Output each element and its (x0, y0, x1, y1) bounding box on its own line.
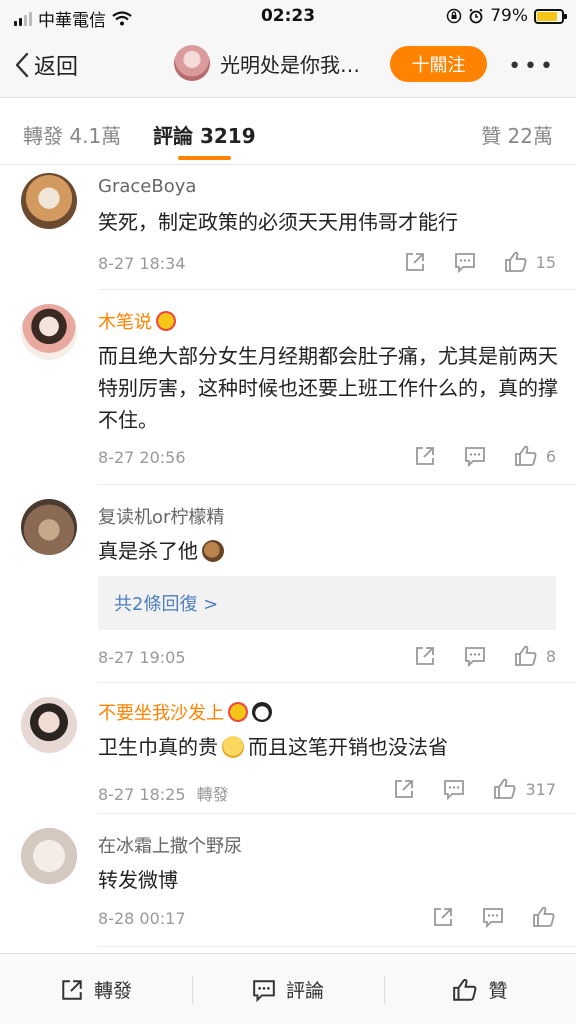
status-right: 79% (446, 6, 567, 26)
divider (98, 946, 576, 947)
battery-percent: 79% (490, 6, 528, 26)
comment-actions: 15 (404, 250, 556, 274)
comment-text-content: 真是杀了他 (98, 539, 198, 563)
profile-name: 光明处是你我… (220, 52, 360, 77)
comment-time: 8-27 20:56 (98, 448, 186, 467)
like-button[interactable]: 15 (504, 250, 556, 274)
comment-text: 而且绝大部分女生月经期都会肚子痛，尤其是前两天特别厉害，这种时候也还要上班工作什… (98, 344, 558, 432)
smirk-emoji-icon (222, 736, 244, 758)
like-count: 317 (525, 779, 556, 799)
like-count: 8 (545, 646, 556, 666)
comment-time: 8-27 18:34 (98, 254, 186, 273)
status-bar: 中華電信 02:23 79% (0, 0, 576, 32)
thumbs-up-icon (504, 251, 527, 272)
comment-button[interactable]: 評論 (192, 954, 384, 1024)
comment-actions: 8 (414, 644, 556, 668)
comment-icon[interactable] (482, 906, 504, 928)
more-options-button[interactable]: ••• (508, 54, 556, 79)
comment-text: 卫生巾真的贵 而且这笔开销也没法省 (98, 731, 558, 763)
thumbs-up-icon (514, 445, 537, 466)
avatar[interactable] (21, 173, 77, 229)
like-bottom-button[interactable]: 贊 (384, 954, 576, 1024)
comment-actions: 317 (393, 777, 556, 801)
like-button[interactable] (532, 905, 556, 929)
lock-rotation-icon (446, 8, 462, 24)
tab-likes[interactable]: 贊 22萬 (481, 120, 553, 149)
alarm-icon (469, 8, 483, 24)
share-icon[interactable] (404, 251, 426, 273)
comment-text: 真是杀了他 (98, 535, 558, 567)
like-button[interactable]: 6 (514, 444, 556, 468)
comment-item: 不要坐我沙发上 卫生巾真的贵 而且这笔开销也没法省 8-27 18:25 轉發 3… (0, 683, 576, 814)
comment-text-b: 而且这笔开销也没法省 (248, 735, 448, 759)
comment-username[interactable]: 不要坐我沙发上 (98, 699, 272, 725)
comment-username[interactable]: GraceBoya (98, 176, 196, 197)
comment-item: 在冰霜上撒个野尿 转发微博 8-28 00:17 (0, 814, 576, 947)
back-label: 返回 (34, 55, 79, 80)
horse-emoji-icon (202, 540, 224, 562)
comment-time: 8-28 00:17 (98, 909, 186, 928)
like-label: 贊 (488, 980, 508, 1002)
tab-bar: 轉發 4.1萬 評論 3219 贊 22萬 (0, 99, 576, 165)
comment-icon[interactable] (464, 445, 486, 467)
comment-username-text: 木笔说 (98, 312, 152, 333)
repost-label: 轉發 (93, 980, 132, 1002)
comment-time: 8-27 18:25 (98, 785, 186, 804)
nav-bar: 返回 光明处是你我… 十關注 ••• (0, 32, 576, 98)
reply-summary[interactable]: 共2條回復 > (98, 576, 556, 630)
comment-time: 8-27 19:05 (98, 648, 186, 667)
like-button[interactable]: 317 (493, 777, 556, 801)
thumbs-up-icon (533, 906, 555, 927)
comment-icon (253, 979, 275, 1002)
comment-text: 笑死，制定政策的必须天天用伟哥才能行 (98, 210, 458, 234)
tab-indicator (178, 156, 231, 160)
tab-comments[interactable]: 評論 3219 (153, 120, 256, 149)
comment-actions (432, 905, 556, 929)
comment-item: 木笔说 而且绝大部分女生月经期都会肚子痛，尤其是前两天特别厉害，这种时候也还要上… (0, 290, 576, 485)
share-icon[interactable] (432, 906, 454, 928)
follow-button[interactable]: 十關注 (390, 46, 487, 82)
thumbs-up-icon (494, 778, 516, 799)
like-count: 15 (535, 252, 556, 272)
thumbs-up-icon (453, 978, 477, 1001)
comment-icon[interactable] (443, 778, 465, 800)
comment-meta: 8-27 18:25 轉發 (98, 781, 229, 805)
share-icon[interactable] (414, 645, 436, 667)
comment-icon[interactable] (454, 251, 476, 273)
comment-label: 評論 (285, 980, 324, 1002)
like-button[interactable]: 8 (514, 644, 556, 668)
avatar[interactable] (21, 828, 77, 884)
battery-icon (534, 8, 567, 24)
comment-username[interactable]: 木笔说 (98, 308, 176, 334)
comment-icon[interactable] (464, 645, 486, 667)
panda-badge-icon (252, 702, 272, 722)
avatar[interactable] (21, 697, 77, 753)
share-icon (62, 979, 82, 1000)
comment-username[interactable]: 复读机or柠檬精 (98, 503, 224, 529)
comment-username[interactable]: 在冰霜上撒个野尿 (98, 832, 242, 858)
repost-tag: 轉發 (196, 785, 229, 804)
avatar[interactable] (21, 304, 77, 360)
profile-header[interactable]: 光明处是你我… (174, 45, 360, 81)
comment-text: 转发微博 (98, 868, 178, 892)
chevron-left-icon (15, 52, 29, 78)
like-count: 6 (545, 446, 556, 466)
profile-avatar (174, 45, 210, 81)
repost-button[interactable]: 轉發 (0, 954, 192, 1024)
vip-badge-icon (156, 311, 176, 331)
comment-text-a: 卫生巾真的贵 (98, 735, 218, 759)
bottom-action-bar: 轉發 評論 贊 (0, 953, 576, 1024)
comment-item: 复读机or柠檬精 真是杀了他 共2條回復 > 8-27 19:05 8 (0, 485, 576, 683)
vip-badge-icon (228, 702, 248, 722)
thumbs-up-icon (514, 645, 537, 666)
tab-reposts[interactable]: 轉發 4.1萬 (23, 120, 121, 149)
comment-item: GraceBoya 笑死，制定政策的必须天天用伟哥才能行 8-27 18:34 … (0, 166, 576, 290)
share-icon[interactable] (414, 445, 436, 467)
back-button[interactable]: 返回 (14, 49, 78, 81)
comment-actions: 6 (414, 444, 556, 468)
comment-username-text: 不要坐我沙发上 (98, 703, 224, 724)
avatar[interactable] (21, 499, 77, 555)
share-icon[interactable] (393, 778, 415, 800)
